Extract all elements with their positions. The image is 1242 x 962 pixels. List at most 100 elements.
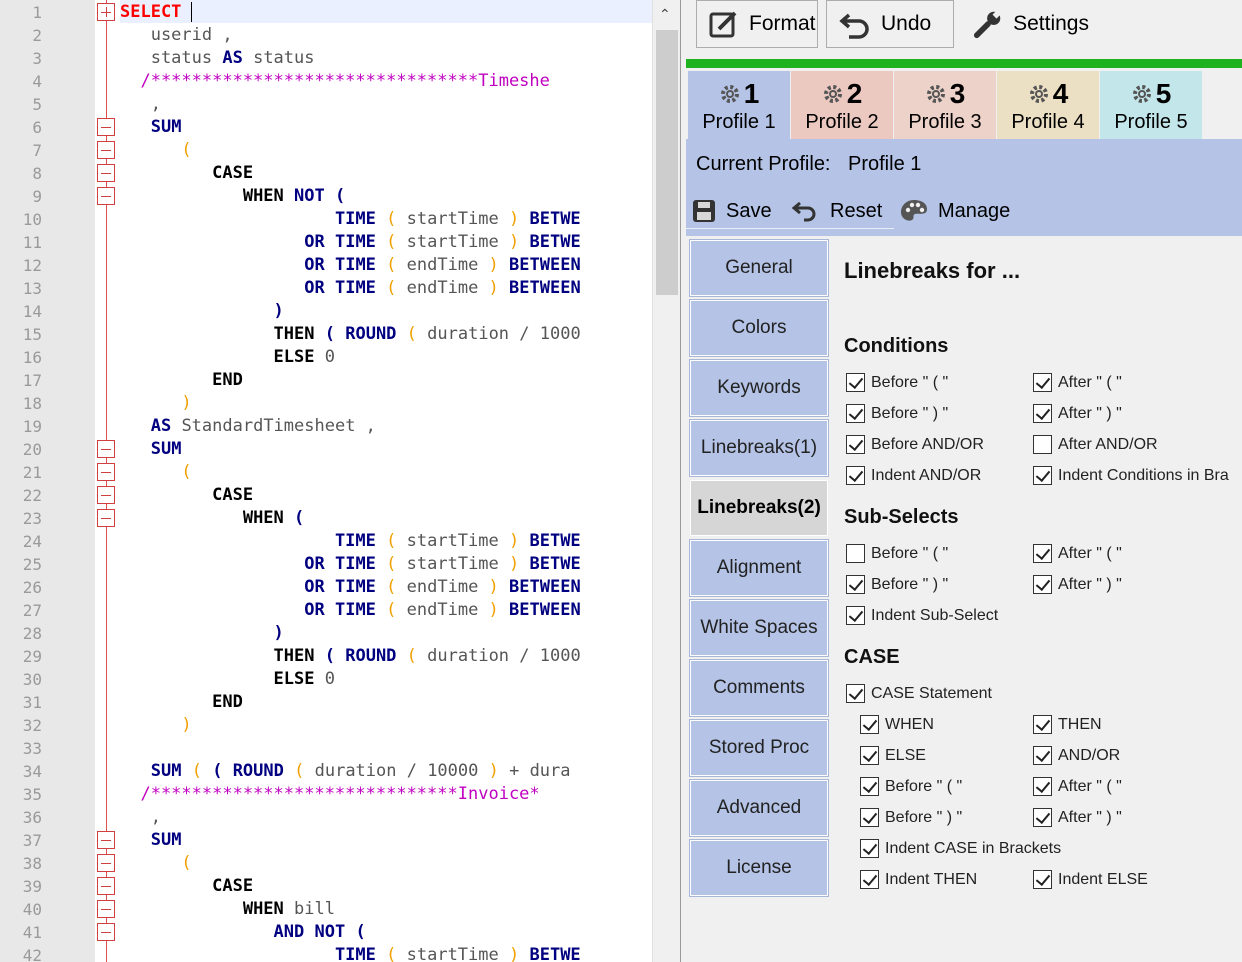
checkbox-label: Before AND/OR (871, 435, 984, 453)
code-line: ) (120, 714, 191, 737)
checkbox-checked-icon[interactable] (1033, 808, 1052, 827)
checkbox-checked-icon[interactable] (846, 684, 865, 703)
code-line: OR TIME ( endTime ) BETWEEN (120, 277, 580, 300)
checkbox-checked-icon[interactable] (860, 746, 879, 765)
option-checkbox[interactable]: Before " ( " (846, 544, 948, 563)
profile-tab-4[interactable]: 4 Profile 4 (997, 71, 1099, 139)
checkbox-checked-icon[interactable] (860, 839, 879, 858)
checkbox-unchecked-icon[interactable] (846, 544, 865, 563)
checkbox-checked-icon[interactable] (1033, 373, 1052, 392)
sidebar-item-advanced[interactable]: Advanced (689, 779, 829, 837)
profile-tab-label: Profile 2 (805, 111, 879, 133)
editor-scrollbar[interactable]: ⌃ (652, 0, 680, 962)
checkbox-checked-icon[interactable] (860, 777, 879, 796)
sidebar-item-colors[interactable]: Colors (689, 299, 829, 357)
sidebar-item-alignment[interactable]: Alignment (689, 539, 829, 597)
profile-tab-1[interactable]: 1 Profile 1 (688, 71, 790, 139)
option-checkbox[interactable]: After AND/OR (1033, 435, 1158, 454)
sidebar-item-linebreaks-1[interactable]: Linebreaks(1) (689, 419, 829, 477)
option-checkbox[interactable]: After " ) " (1033, 575, 1122, 594)
settings-content: Linebreaks for ... Conditions Sub-Select… (830, 236, 1242, 962)
option-checkbox[interactable]: Before " ) " (846, 404, 948, 423)
option-checkbox[interactable]: After " ) " (1033, 404, 1122, 423)
manage-profiles-button[interactable]: Manage (900, 196, 1010, 226)
checkbox-checked-icon[interactable] (860, 870, 879, 889)
fold-toggle-icon[interactable] (97, 3, 115, 21)
profile-tab-2[interactable]: 2 Profile 2 (791, 71, 893, 139)
checkbox-checked-icon[interactable] (846, 606, 865, 625)
line-number: 5 (32, 95, 42, 114)
option-checkbox[interactable]: Indent CASE in Brackets (860, 839, 1061, 858)
checkbox-checked-icon[interactable] (1033, 466, 1052, 485)
checkbox-checked-icon[interactable] (846, 435, 865, 454)
code-area[interactable]: SELECT userid , status AS status /******… (120, 0, 652, 962)
option-checkbox[interactable]: Indent ELSE (1033, 870, 1148, 889)
reset-profile-button[interactable]: Reset (792, 196, 882, 226)
checkbox-unchecked-icon[interactable] (1033, 435, 1052, 454)
option-checkbox[interactable]: After " ( " (1033, 373, 1122, 392)
fold-toggle-icon[interactable] (97, 854, 115, 872)
undo-button[interactable]: Undo (826, 0, 954, 48)
fold-toggle-icon[interactable] (97, 187, 115, 205)
sidebar-item-license[interactable]: License (689, 839, 829, 897)
fold-toggle-icon[interactable] (97, 141, 115, 159)
scroll-up-arrow-icon[interactable]: ⌃ (659, 6, 671, 23)
fold-toggle-icon[interactable] (97, 831, 115, 849)
option-checkbox[interactable]: After " ( " (1033, 544, 1122, 563)
option-checkbox[interactable]: Indent Conditions in Bra (1033, 466, 1229, 485)
profile-tab-5[interactable]: 5 Profile 5 (1100, 71, 1202, 139)
checkbox-checked-icon[interactable] (1033, 404, 1052, 423)
format-button[interactable]: Format (696, 0, 818, 48)
checkbox-checked-icon[interactable] (846, 466, 865, 485)
checkbox-checked-icon[interactable] (846, 373, 865, 392)
sidebar-item-keywords[interactable]: Keywords (689, 359, 829, 417)
checkbox-checked-icon[interactable] (1033, 715, 1052, 734)
option-checkbox[interactable]: Before " ( " (860, 777, 962, 796)
sidebar-item-stored-proc[interactable]: Stored Proc (689, 719, 829, 777)
option-checkbox[interactable]: Before AND/OR (846, 435, 984, 454)
checkbox-checked-icon[interactable] (860, 715, 879, 734)
option-checkbox[interactable]: ELSE (860, 746, 926, 765)
fold-toggle-icon[interactable] (97, 440, 115, 458)
sidebar-item-linebreaks-2[interactable]: Linebreaks(2) (690, 480, 828, 536)
sidebar-item-white-spaces[interactable]: White Spaces (689, 599, 829, 657)
option-checkbox[interactable]: Before " ( " (846, 373, 948, 392)
fold-toggle-icon[interactable] (97, 463, 115, 481)
profile-tab-3[interactable]: 3 Profile 3 (894, 71, 996, 139)
checkbox-checked-icon[interactable] (846, 575, 865, 594)
option-checkbox[interactable]: After " ( " (1033, 777, 1122, 796)
fold-toggle-icon[interactable] (97, 486, 115, 504)
sidebar-item-comments[interactable]: Comments (689, 659, 829, 717)
fold-toggle-icon[interactable] (97, 164, 115, 182)
checkbox-checked-icon[interactable] (1033, 544, 1052, 563)
code-line: OR TIME ( endTime ) BETWEEN (120, 576, 580, 599)
option-checkbox[interactable]: CASE Statement (846, 684, 992, 703)
code-line: ( (120, 139, 191, 162)
checkbox-checked-icon[interactable] (846, 404, 865, 423)
sidebar-item-general[interactable]: General (689, 239, 829, 297)
option-checkbox[interactable]: Indent AND/OR (846, 466, 981, 485)
fold-toggle-icon[interactable] (97, 877, 115, 895)
option-checkbox[interactable]: Indent THEN (860, 870, 977, 889)
option-checkbox[interactable]: Indent Sub-Select (846, 606, 998, 625)
checkbox-checked-icon[interactable] (1033, 777, 1052, 796)
option-checkbox[interactable]: WHEN (860, 715, 934, 734)
checkbox-checked-icon[interactable] (1033, 870, 1052, 889)
save-profile-button[interactable]: Save (692, 196, 772, 226)
fold-toggle-icon[interactable] (97, 509, 115, 527)
checkbox-checked-icon[interactable] (1033, 746, 1052, 765)
option-checkbox[interactable]: THEN (1033, 715, 1102, 734)
settings-button[interactable]: Settings (960, 0, 1090, 48)
fold-toggle-icon[interactable] (97, 900, 115, 918)
option-checkbox[interactable]: Before " ) " (846, 575, 948, 594)
fold-toggle-icon[interactable] (97, 118, 115, 136)
option-checkbox[interactable]: After " ) " (1033, 808, 1122, 827)
checkbox-checked-icon[interactable] (1033, 575, 1052, 594)
option-checkbox[interactable]: Before " ) " (860, 808, 962, 827)
sql-editor[interactable]: 1 2 3 4 5 6 7 8 9 10 11 12 13 14 15 16 17 18 19 20 21 22 23 24 2… (0, 0, 680, 962)
scrollbar-thumb[interactable] (656, 30, 678, 295)
checkbox-checked-icon[interactable] (860, 808, 879, 827)
fold-toggle-icon[interactable] (97, 923, 115, 941)
option-checkbox[interactable]: AND/OR (1033, 746, 1120, 765)
